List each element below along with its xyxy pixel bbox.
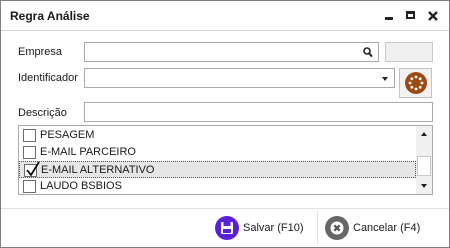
cancel-button-label: Cancelar (F4) xyxy=(353,222,421,234)
descricao-input[interactable] xyxy=(85,103,432,121)
minimize-icon[interactable] xyxy=(381,8,397,24)
checkmark-icon xyxy=(26,161,40,177)
save-button-label: Salvar (F10) xyxy=(243,222,304,234)
list-item[interactable]: PESAGEM xyxy=(19,127,416,144)
list-item-label: LAUDO BSBIOS xyxy=(40,180,122,192)
save-icon xyxy=(215,216,239,240)
checkbox[interactable] xyxy=(23,146,36,159)
identificador-label: Identificador xyxy=(18,72,78,84)
empresa-field[interactable] xyxy=(84,42,379,62)
empresa-input[interactable] xyxy=(85,43,378,61)
close-icon[interactable] xyxy=(425,8,441,24)
chevron-down-icon[interactable] xyxy=(382,77,388,81)
scroll-down-icon[interactable] xyxy=(421,184,427,188)
scroll-up-icon[interactable] xyxy=(421,132,427,136)
cancel-icon xyxy=(325,216,349,240)
checkbox[interactable] xyxy=(23,129,36,142)
descricao-field[interactable] xyxy=(84,102,433,122)
scroll-thumb[interactable] xyxy=(417,156,431,176)
vertical-scrollbar[interactable] xyxy=(416,126,432,194)
identificador-action-button[interactable] xyxy=(399,68,432,98)
save-button[interactable]: Salvar (F10) xyxy=(213,213,313,243)
identificador-select[interactable] xyxy=(84,68,395,88)
title-bar[interactable]: Regra Análise xyxy=(1,1,449,31)
window-title: Regra Análise xyxy=(10,9,90,23)
search-icon[interactable] xyxy=(363,47,373,61)
spinner-icon xyxy=(408,75,424,91)
list-item[interactable]: LAUDO BSBIOS xyxy=(19,178,416,194)
maximize-icon[interactable] xyxy=(403,8,419,24)
dialog-window: Regra Análise Empresa Identificador Desc… xyxy=(0,0,450,248)
empresa-label: Empresa xyxy=(18,46,63,58)
list-item-selected[interactable]: E-MAIL ALTERNATIVO xyxy=(19,161,416,178)
list-item[interactable]: E-MAIL PARCEIRO xyxy=(19,144,416,161)
footer-divider xyxy=(1,208,449,209)
descricao-label: Descrição xyxy=(18,107,67,119)
checkbox[interactable] xyxy=(23,180,36,193)
button-separator xyxy=(317,211,318,245)
checklist-box[interactable]: PESAGEM E-MAIL PARCEIRO E-MAIL ALTERNATI… xyxy=(18,125,433,195)
list-item-label: E-MAIL PARCEIRO xyxy=(40,146,136,158)
checkbox-checked[interactable] xyxy=(24,161,40,177)
list-item-label: PESAGEM xyxy=(40,129,95,141)
empresa-name-display xyxy=(385,42,433,62)
identificador-input[interactable] xyxy=(85,69,394,87)
list-item-label: E-MAIL ALTERNATIVO xyxy=(41,164,155,176)
cancel-button[interactable]: Cancelar (F4) xyxy=(323,213,431,243)
